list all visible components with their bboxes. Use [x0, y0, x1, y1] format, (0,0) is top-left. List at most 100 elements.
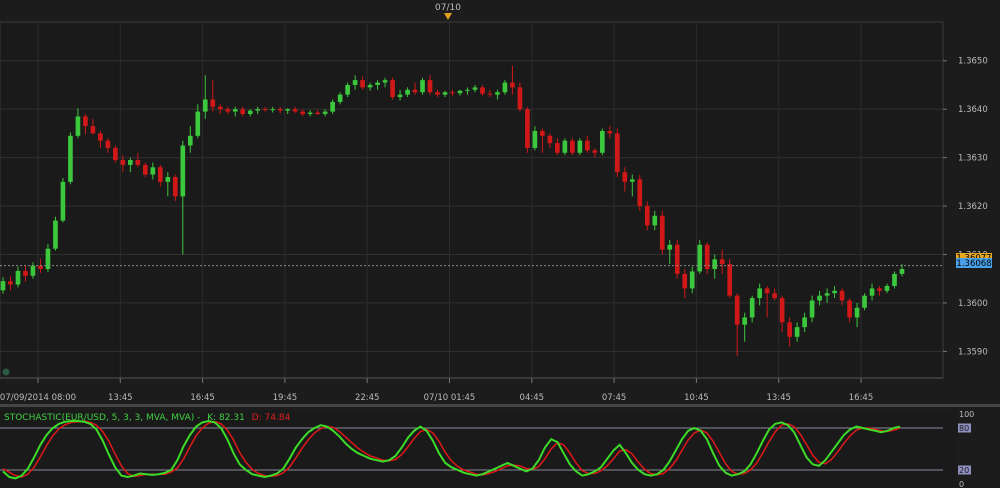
candle — [53, 216, 58, 251]
candle-body — [832, 290, 837, 294]
candle-body — [337, 94, 343, 102]
candle-body — [60, 181, 66, 221]
candle-body — [862, 295, 867, 308]
candle — [674, 239, 680, 279]
candle-body — [367, 84, 373, 88]
candle-body — [53, 220, 58, 249]
candle-body — [622, 172, 628, 182]
candle-body — [105, 140, 111, 148]
candle-body — [187, 135, 193, 146]
candle-body — [607, 130, 613, 134]
price-y-axis: 1.35901.36001.36101.36201.36301.36401.36… — [943, 57, 988, 357]
candle — [614, 128, 620, 177]
candle-body — [143, 164, 148, 175]
candle-body — [614, 133, 620, 173]
candle — [562, 138, 568, 156]
last-price-label-bottom: 1.36068 — [956, 259, 991, 269]
candle-body — [487, 93, 493, 95]
candle — [60, 177, 66, 223]
candle-body — [547, 135, 553, 144]
candle-body — [540, 130, 545, 136]
candle-body — [472, 87, 478, 90]
candle — [525, 106, 530, 153]
candle-body — [202, 99, 208, 112]
price-y-tick-label: 1.3620 — [958, 202, 988, 212]
candle-body — [809, 300, 815, 318]
candle-body — [15, 270, 21, 285]
candle-body — [405, 89, 410, 95]
candle-body — [113, 147, 118, 161]
candle-body — [240, 109, 246, 115]
candle-body — [457, 90, 463, 94]
candle-body — [180, 145, 186, 197]
candle-body — [397, 94, 403, 98]
candle-body — [644, 206, 650, 226]
x-axis-tick-label: 13:45 — [108, 393, 133, 403]
candle-body — [255, 109, 261, 111]
candle-body — [0, 281, 6, 291]
date-marker-label: 07/10 — [435, 3, 461, 13]
candle-body — [667, 244, 673, 250]
candle-body — [285, 109, 291, 111]
candle-body — [300, 111, 305, 115]
candle-body — [742, 317, 747, 325]
candle-body — [884, 285, 890, 291]
candle-body — [375, 82, 380, 85]
stochastic-y-axis: 100 80 20 0 — [958, 410, 974, 488]
candle-body — [195, 111, 201, 136]
candle-body — [210, 99, 216, 107]
candle-body — [345, 84, 350, 95]
candle-body — [892, 273, 897, 286]
candle — [570, 138, 575, 156]
stochastic-y-tick-label: 80 — [959, 424, 969, 433]
candle-body — [270, 109, 276, 111]
candle-body — [869, 288, 875, 296]
candle-body — [877, 288, 882, 291]
candle-body — [637, 179, 643, 207]
candle-body — [247, 110, 253, 115]
candle-body — [659, 215, 665, 250]
candle-body — [577, 140, 583, 153]
candle-body — [824, 293, 830, 296]
price-plot-area — [0, 21, 944, 379]
candle-body — [225, 109, 231, 112]
candle-body — [652, 215, 658, 226]
stochastic-y-tick-label: 100 — [959, 410, 974, 419]
stochastic-y-tick-label: 0 — [959, 480, 964, 488]
stochastic-d-value: D: 74.84 — [252, 413, 291, 423]
candle-body — [98, 133, 103, 141]
candle-body — [585, 140, 590, 151]
candle-body — [757, 288, 762, 299]
candle-body — [480, 87, 485, 94]
candle-body — [727, 264, 733, 296]
price-y-tick-label: 1.3590 — [958, 347, 988, 357]
price-y-tick-label: 1.3650 — [958, 57, 988, 67]
candle-body — [562, 140, 568, 153]
candle-body — [322, 111, 328, 115]
candle-body — [719, 259, 725, 265]
candle-body — [697, 244, 703, 272]
candle-body — [83, 116, 88, 127]
x-axis-tick-label: 22:45 — [355, 393, 380, 403]
chart-canvas: 1.35901.36001.36101.36201.36301.36401.36… — [0, 3, 1000, 488]
candle-body — [292, 109, 298, 112]
candle-body — [23, 270, 28, 276]
x-axis-tick-label: 07:45 — [602, 393, 627, 403]
stochastic-params: STOCHASTIC(EUR/USD, 5, 3, 3, MVA, MVA) - — [4, 413, 200, 423]
candle-body — [172, 176, 178, 197]
candle-body — [68, 135, 73, 182]
price-y-tick-label: 1.3630 — [958, 154, 988, 164]
candle-body — [75, 116, 81, 136]
candle-body — [352, 80, 358, 85]
candle-body — [382, 80, 388, 83]
chart-corner-dot-icon — [2, 368, 10, 376]
candle-body — [629, 179, 635, 182]
candle-body — [232, 109, 238, 112]
candle-body — [749, 298, 755, 318]
candle-body — [262, 109, 268, 111]
x-axis-tick-label: 13:45 — [766, 393, 791, 403]
candle-body — [600, 130, 605, 153]
candle-body — [517, 87, 523, 110]
date-marker-icon — [444, 13, 452, 20]
price-y-tick-label: 1.3640 — [958, 105, 988, 115]
